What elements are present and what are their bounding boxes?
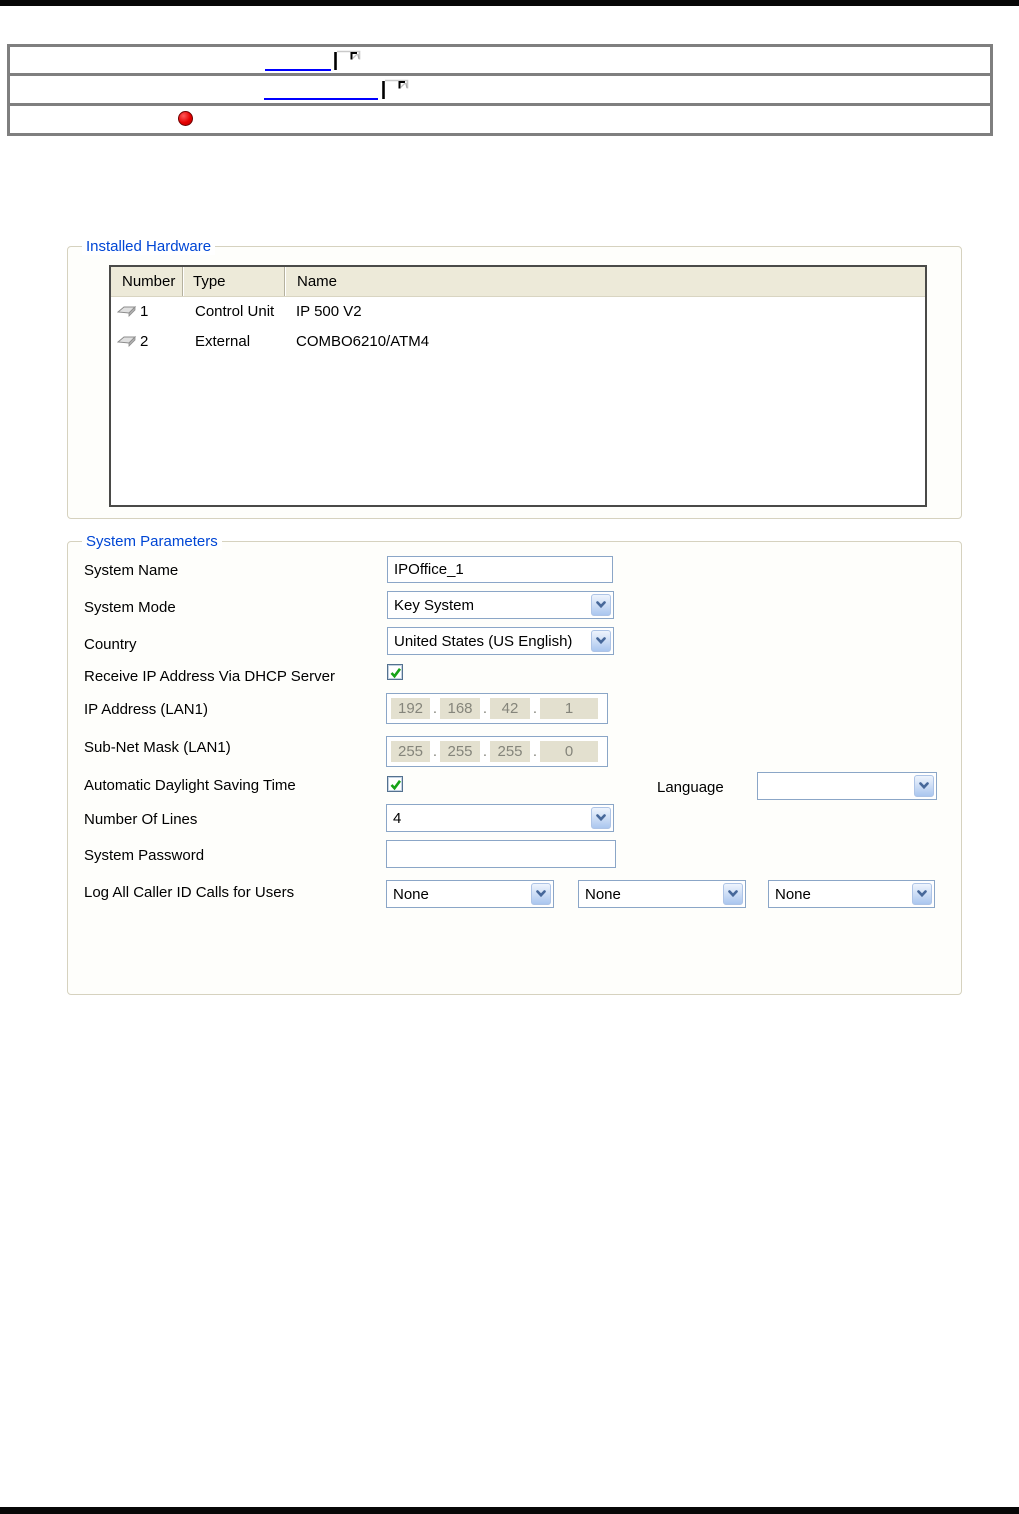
device-unit-icon bbox=[116, 298, 137, 328]
system-mode-select[interactable]: Key System bbox=[387, 591, 614, 619]
adst-checkbox[interactable] bbox=[387, 776, 403, 792]
log-caller-id-select-1[interactable]: None bbox=[386, 880, 554, 908]
system-parameters-title: System Parameters bbox=[82, 533, 222, 550]
chevron-down-icon[interactable] bbox=[591, 630, 611, 652]
table-row[interactable]: 2 External COMBO6210/ATM4 bbox=[111, 327, 925, 357]
column-header-number[interactable]: Number bbox=[111, 267, 183, 296]
adst-label: Automatic Daylight Saving Time bbox=[84, 777, 296, 794]
ip-octet: 168 bbox=[440, 698, 480, 719]
log-caller-id-label: Log All Caller ID Calls for Users bbox=[84, 884, 295, 901]
nav-divider bbox=[10, 73, 990, 76]
cell-type: External bbox=[195, 333, 251, 350]
country-value: United States (US English) bbox=[394, 632, 573, 650]
octet-separator: . bbox=[432, 743, 438, 760]
log-caller-id-select-3[interactable]: None bbox=[768, 880, 935, 908]
chevron-down-icon[interactable] bbox=[723, 883, 743, 905]
subnet-octet: 255 bbox=[440, 741, 480, 762]
installed-hardware-table-header: Number Type Name bbox=[111, 267, 925, 297]
ip-address-label: IP Address (LAN1) bbox=[84, 701, 208, 718]
dhcp-label: Receive IP Address Via DHCP Server bbox=[84, 668, 335, 685]
subnet-octet: 255 bbox=[490, 741, 530, 762]
cell-type: Control Unit bbox=[195, 303, 275, 320]
installed-hardware-table: Number Type Name 1 Control Unit IP 500 V… bbox=[109, 265, 927, 507]
subnet-mask-field: 255 . 255 . 255 . 0 bbox=[386, 736, 608, 767]
cell-name: COMBO6210/ATM4 bbox=[296, 333, 430, 350]
nav-rows-box bbox=[7, 44, 993, 136]
octet-separator: . bbox=[532, 700, 538, 717]
log-caller-id-value-3: None bbox=[775, 885, 811, 903]
dhcp-checkbox[interactable] bbox=[387, 664, 403, 680]
language-select[interactable] bbox=[757, 772, 937, 800]
nav-link-1[interactable] bbox=[265, 69, 331, 71]
chevron-down-icon[interactable] bbox=[591, 807, 611, 829]
log-caller-id-value-2: None bbox=[585, 885, 621, 903]
country-select[interactable]: United States (US English) bbox=[387, 627, 614, 655]
subnet-octet: 255 bbox=[391, 741, 430, 762]
octet-separator: . bbox=[532, 743, 538, 760]
checkmark-icon bbox=[390, 667, 401, 678]
system-password-input[interactable] bbox=[386, 840, 616, 868]
log-caller-id-select-2[interactable]: None bbox=[578, 880, 746, 908]
ip-octet: 192 bbox=[391, 698, 430, 719]
checkmark-icon bbox=[390, 779, 401, 790]
device-unit-icon bbox=[116, 328, 137, 358]
top-rule-bar bbox=[0, 0, 1019, 6]
red-bullet-icon bbox=[178, 111, 193, 126]
installed-hardware-title: Installed Hardware bbox=[82, 238, 216, 255]
country-label: Country bbox=[84, 636, 137, 653]
chevron-down-icon[interactable] bbox=[914, 775, 934, 797]
chevron-down-icon[interactable] bbox=[591, 594, 611, 616]
system-parameters-groupbox: System Parameters System Name System Mod… bbox=[67, 533, 962, 995]
octet-separator: . bbox=[482, 743, 488, 760]
installed-hardware-groupbox: Installed Hardware Number Type Name 1 Co… bbox=[67, 238, 962, 519]
system-mode-value: Key System bbox=[394, 596, 475, 614]
ip-octet: 42 bbox=[490, 698, 530, 719]
cell-number: 1 bbox=[140, 303, 149, 320]
document-page: Installed Hardware Number Type Name 1 Co… bbox=[0, 0, 1019, 1514]
bottom-rule-bar bbox=[0, 1507, 1019, 1514]
system-mode-label: System Mode bbox=[84, 599, 176, 616]
octet-separator: . bbox=[432, 700, 438, 717]
system-password-label: System Password bbox=[84, 847, 205, 864]
number-of-lines-value: 4 bbox=[393, 809, 402, 827]
cell-number: 2 bbox=[140, 333, 149, 350]
system-name-input[interactable] bbox=[387, 556, 613, 583]
system-name-label: System Name bbox=[84, 562, 179, 579]
nav-link-2[interactable] bbox=[264, 98, 378, 100]
broken-image-icon bbox=[382, 79, 409, 104]
ip-octet: 1 bbox=[540, 698, 598, 719]
table-row[interactable]: 1 Control Unit IP 500 V2 bbox=[111, 297, 925, 327]
nav-divider bbox=[10, 103, 990, 106]
subnet-mask-label: Sub-Net Mask (LAN1) bbox=[84, 739, 231, 756]
log-caller-id-value-1: None bbox=[393, 885, 429, 903]
chevron-down-icon[interactable] bbox=[531, 883, 551, 905]
octet-separator: . bbox=[482, 700, 488, 717]
cell-name: IP 500 V2 bbox=[296, 303, 362, 320]
column-header-name[interactable]: Name bbox=[285, 267, 925, 296]
number-of-lines-select[interactable]: 4 bbox=[386, 804, 614, 832]
column-header-type[interactable]: Type bbox=[183, 267, 285, 296]
broken-image-icon bbox=[334, 50, 361, 75]
language-label: Language bbox=[657, 779, 724, 796]
ip-address-field: 192 . 168 . 42 . 1 bbox=[386, 693, 608, 724]
number-of-lines-label: Number Of Lines bbox=[84, 811, 198, 828]
chevron-down-icon[interactable] bbox=[912, 883, 932, 905]
subnet-octet: 0 bbox=[540, 741, 598, 762]
